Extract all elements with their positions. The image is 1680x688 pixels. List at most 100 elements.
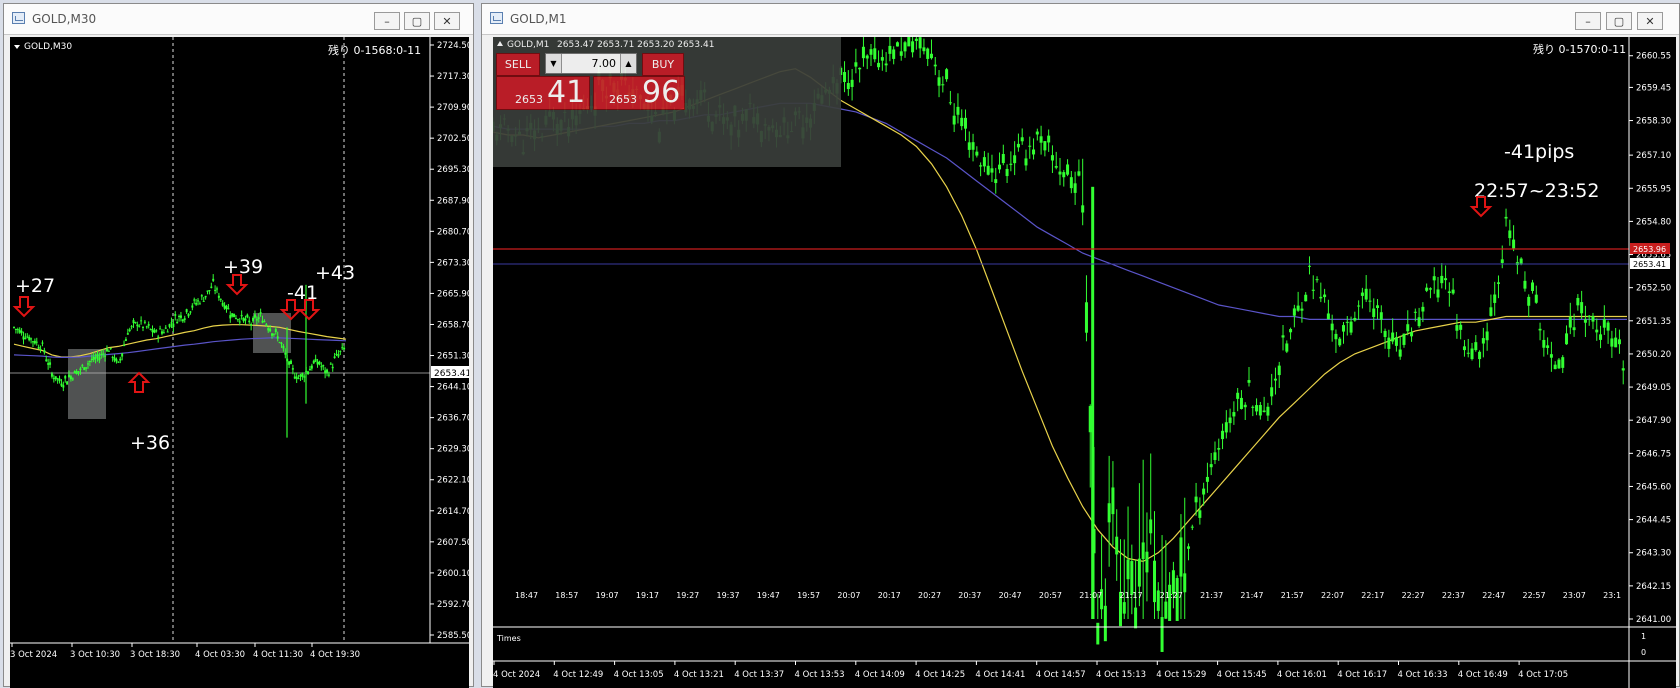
candle-body [1599, 334, 1603, 340]
inner-time-label: 18:57 [555, 591, 578, 600]
candle-body [153, 330, 156, 333]
sell-button-small[interactable]: SELL [496, 53, 540, 76]
candle-body [1376, 305, 1380, 309]
right-titlebar[interactable]: GOLD,M1 – ▢ ✕ [482, 4, 1679, 35]
x-tick-label: 4 Oct 13:37 [734, 670, 784, 680]
candle-body [873, 48, 877, 60]
candle-body [308, 368, 311, 371]
candle-body [1508, 230, 1512, 239]
candle-body [189, 311, 192, 313]
candle-body [1319, 296, 1323, 299]
candle-body [854, 62, 858, 67]
close-button[interactable]: ✕ [434, 12, 460, 30]
candle-body [45, 359, 48, 362]
y-tick-label: 2607.50 [437, 538, 469, 548]
inner-time-label: 19:47 [757, 591, 780, 600]
candle-body [208, 290, 211, 292]
candle-body [952, 115, 956, 125]
candle-body [1444, 278, 1448, 281]
candle-body [128, 329, 131, 332]
chevron-down-icon[interactable] [14, 45, 20, 49]
candle-body [1028, 145, 1032, 147]
candle-body [1568, 316, 1572, 328]
lot-size-value[interactable]: 7.00 [592, 57, 617, 70]
decrease-lot-button[interactable]: ▼ [546, 54, 562, 73]
candle-body [918, 37, 922, 49]
candle-body [884, 63, 888, 66]
left-chart-area[interactable]: 2724.50 2717.30 2709.90 2702.50 2695.30 2687.… [10, 37, 469, 688]
candle-body [164, 327, 167, 329]
candle-body [1213, 452, 1217, 461]
minimize-button[interactable]: – [1575, 12, 1601, 30]
y-tick-label: 2649.05 [1636, 383, 1671, 393]
increase-lot-button[interactable]: ▲ [620, 54, 636, 73]
candle-body [119, 358, 122, 361]
right-chart-area[interactable]: 2660.55 2659.45 2658.30 2657.10 2655.95 2654.… [493, 37, 1676, 688]
candle-body [1296, 305, 1300, 311]
candle-body [1247, 380, 1251, 383]
inner-time-label: 19:07 [596, 591, 619, 600]
candle-body [926, 48, 930, 59]
candle-body [1455, 325, 1459, 331]
minimize-button[interactable]: – [374, 12, 400, 30]
y-tick-label: 2665.90 [437, 289, 469, 299]
x-tick-label: 4 Oct 03:30 [195, 650, 245, 660]
candle-body [197, 300, 200, 302]
candle-body [178, 315, 181, 317]
candle-body [1451, 289, 1455, 294]
candle-body [1258, 405, 1262, 416]
candle-body [1013, 155, 1017, 164]
candle-body [326, 369, 329, 373]
lot-size-stepper[interactable]: ▼ 7.00 ▲ [545, 53, 637, 74]
candle-body [998, 164, 1002, 170]
candle-body [1047, 135, 1051, 143]
candle-body [1342, 325, 1345, 332]
y-tick-label: 2641.00 [1636, 615, 1671, 625]
candle-body [1364, 288, 1368, 300]
chevron-up-icon[interactable] [497, 41, 503, 46]
candle-body [151, 329, 154, 333]
candle-body [14, 328, 17, 330]
maximize-button[interactable]: ▢ [404, 12, 430, 30]
candle-body [1527, 296, 1531, 306]
left-titlebar[interactable]: GOLD,M30 – ▢ ✕ [4, 4, 473, 35]
arrow-up-icon [127, 371, 151, 393]
candle-body [293, 376, 296, 379]
candle-body [50, 373, 53, 377]
candle-body [215, 288, 218, 290]
sell-button[interactable]: 2653 41 [496, 75, 590, 110]
candle-body [244, 318, 247, 321]
close-button[interactable]: ✕ [1637, 12, 1663, 30]
candle-body [233, 313, 236, 318]
candle-body [210, 286, 213, 288]
candle-body [157, 336, 160, 338]
candle-body [1262, 410, 1266, 413]
candle-body [198, 303, 201, 305]
candle-body [1323, 294, 1327, 298]
annotation-pips: -41pips [1504, 141, 1574, 163]
candle-body [1069, 177, 1073, 189]
candle-body [1538, 328, 1542, 331]
candle-body [142, 326, 145, 328]
candle-body [234, 318, 237, 320]
chart-window-icon [12, 12, 25, 24]
candle-body [1474, 342, 1478, 351]
candle-body [86, 363, 89, 365]
candle-body [102, 353, 105, 355]
candle-body [1043, 141, 1047, 151]
candle-body [1194, 496, 1198, 503]
y-tick-label: 2660.55 [1636, 52, 1671, 62]
candle-body [1338, 338, 1342, 346]
x-tick-label: 3 Oct 10:30 [70, 650, 120, 660]
buy-button-small[interactable]: BUY [642, 53, 684, 76]
candle-body [301, 373, 304, 377]
candle-body [1111, 487, 1115, 515]
candle-body [956, 106, 960, 115]
candle-body [257, 317, 260, 319]
sell-price-small: 2653 [515, 93, 543, 106]
annotation-label: +36 [130, 432, 170, 454]
maximize-button[interactable]: ▢ [1606, 12, 1632, 30]
buy-button[interactable]: 2653 96 [593, 75, 685, 110]
current-price-label: 2653.41 [1633, 260, 1666, 269]
candle-body [1489, 307, 1493, 316]
